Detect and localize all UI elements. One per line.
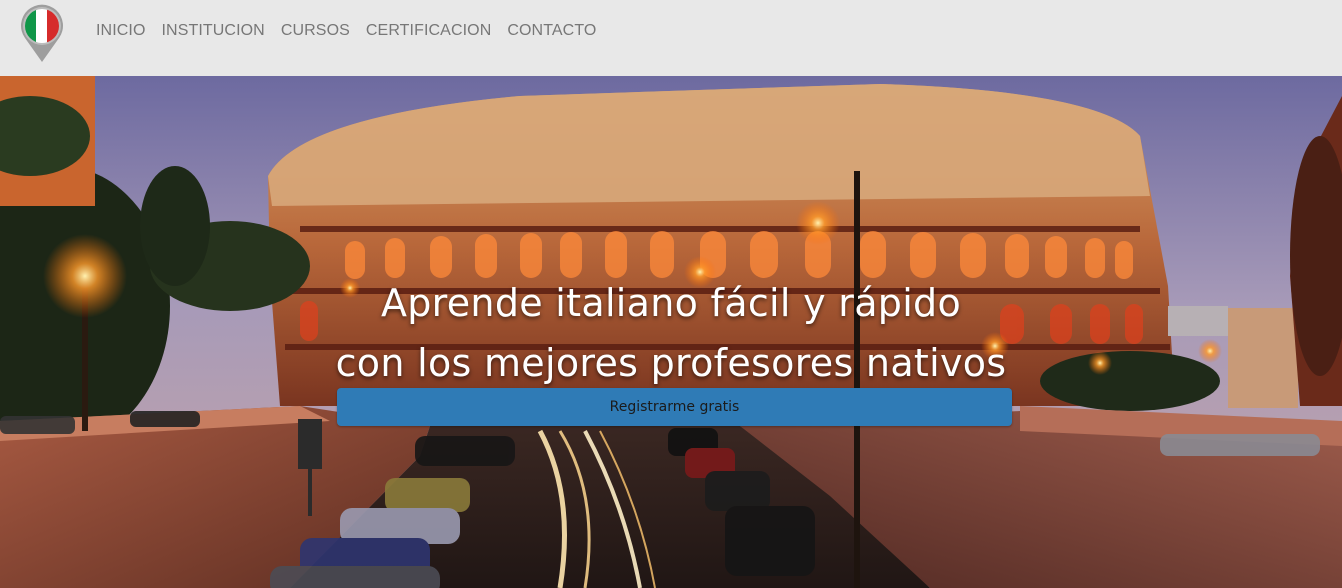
hero-headline-line2: con los mejores profesores nativos: [335, 341, 1007, 385]
hero-headline-line1: Aprende italiano fácil y rápido: [380, 281, 962, 325]
italy-flag-pin-icon[interactable]: [17, 2, 67, 64]
colosseum-background-image: [0, 76, 1342, 588]
navbar: INICIO INSTITUCION CURSOS CERTIFICACION …: [0, 0, 1342, 76]
register-free-button[interactable]: Registrarme gratis: [337, 388, 1012, 426]
nav-item-cursos[interactable]: CURSOS: [281, 22, 350, 40]
nav-item-contacto[interactable]: CONTACTO: [507, 22, 596, 40]
hero-section: Aprende italiano fácil y rápido con los …: [0, 76, 1342, 588]
nav-item-institucion[interactable]: INSTITUCION: [162, 22, 265, 40]
nav-item-certificacion[interactable]: CERTIFICACION: [366, 22, 491, 40]
nav-item-inicio[interactable]: INICIO: [96, 22, 146, 40]
main-nav: INICIO INSTITUCION CURSOS CERTIFICACION …: [96, 22, 612, 40]
